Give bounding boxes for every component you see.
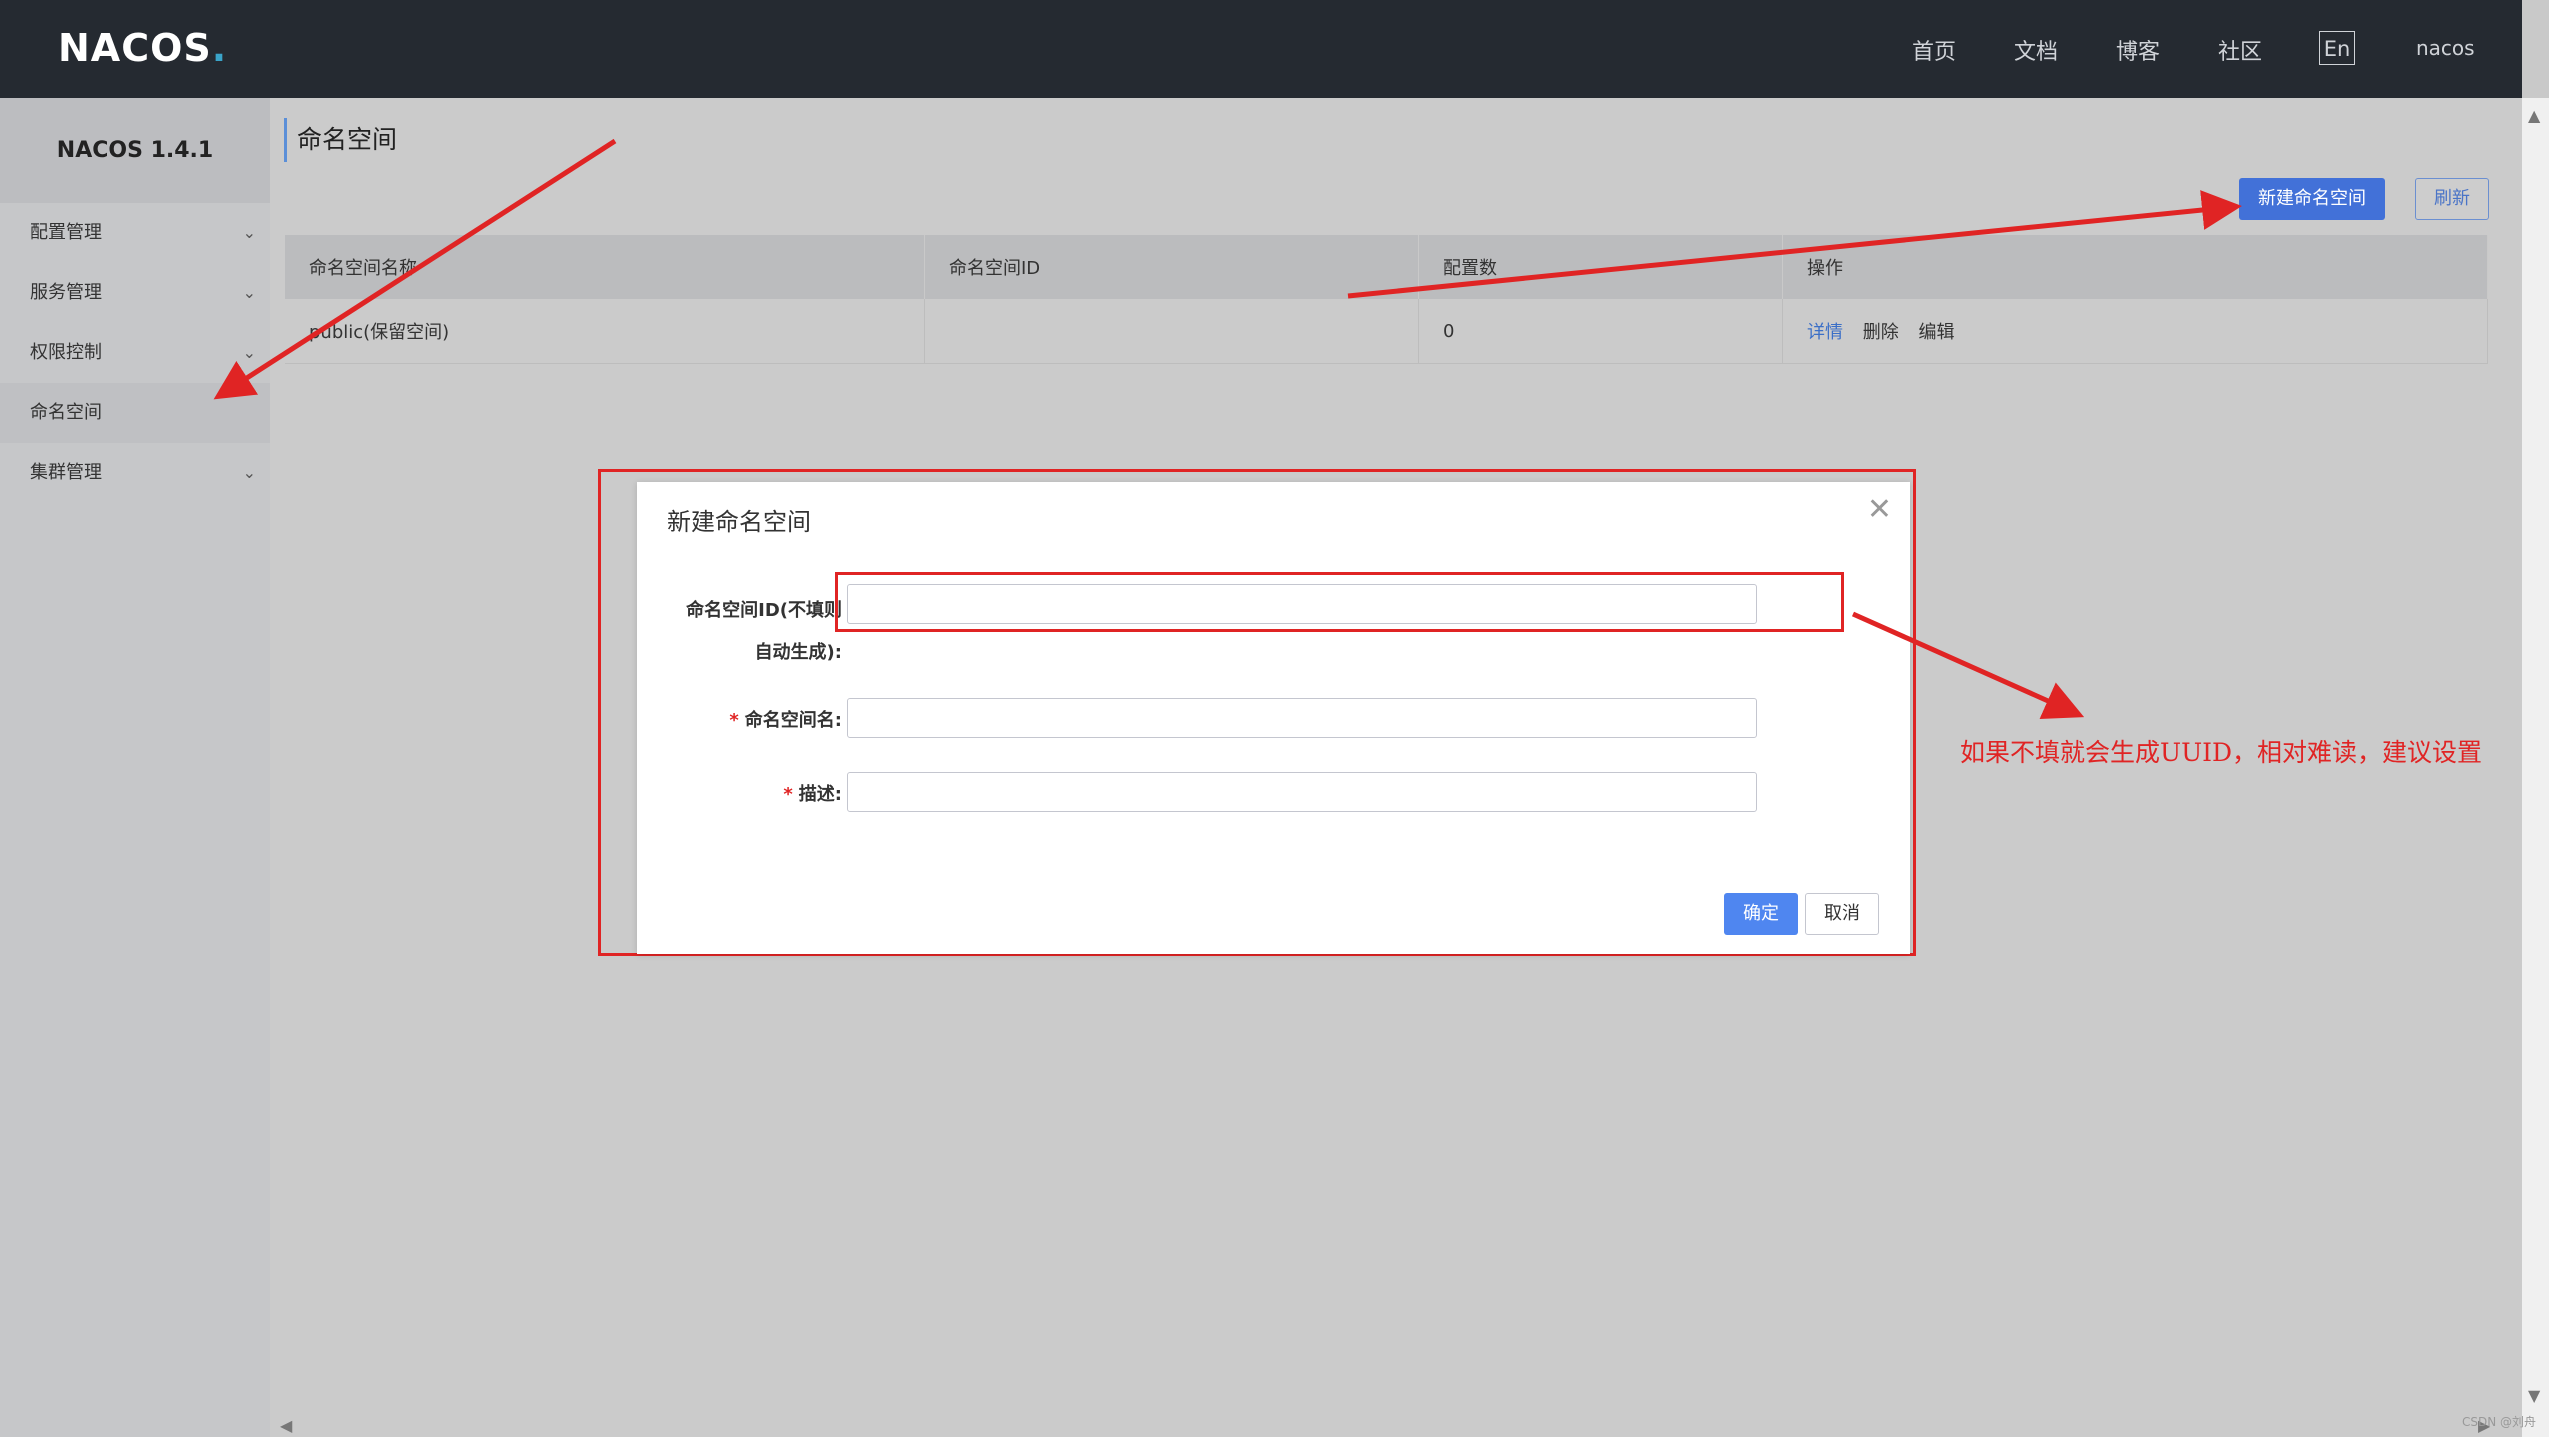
page-title: 命名空间 xyxy=(284,118,397,162)
details-link[interactable]: 详情 xyxy=(1807,322,1843,343)
table-row: public(保留空间) 0 详情 删除 编辑 xyxy=(285,299,2488,364)
nav-docs[interactable]: 文档 xyxy=(2014,34,2058,66)
chevron-down-icon: ⌄ xyxy=(242,463,256,482)
sidebar-item-service[interactable]: 服务管理 ⌄ xyxy=(0,263,270,323)
edit-link[interactable]: 编辑 xyxy=(1918,322,1954,343)
column-header-count: 配置数 xyxy=(1418,235,1783,299)
column-header-ops: 操作 xyxy=(1782,235,2488,299)
nav-community[interactable]: 社区 xyxy=(2218,34,2262,66)
top-navbar: NACOS. 首页 文档 博客 社区 En nacos xyxy=(0,0,2522,98)
sidebar-item-label: 命名空间 xyxy=(30,402,102,423)
sidebar-title: NACOS 1.4.1 xyxy=(0,98,270,203)
column-header-id: 命名空间ID xyxy=(924,235,1419,299)
vertical-scrollbar[interactable]: ▲ ▼ xyxy=(2522,98,2549,1437)
chevron-down-icon: ⌄ xyxy=(242,343,256,362)
namespace-id-label: 命名空间ID(不填则 自动生成): xyxy=(647,590,842,674)
sidebar: NACOS 1.4.1 配置管理 ⌄ 服务管理 ⌄ 权限控制 ⌄ 命名空间 集群… xyxy=(0,98,270,1437)
confirm-button[interactable]: 确定 xyxy=(1724,893,1798,935)
sidebar-item-auth[interactable]: 权限控制 ⌄ xyxy=(0,323,270,383)
close-icon[interactable]: ✕ xyxy=(1867,492,1892,527)
dialog-title: 新建命名空间 xyxy=(667,508,811,536)
nav-home[interactable]: 首页 xyxy=(1912,34,1956,66)
namespace-name-label: * 命名空间名: xyxy=(729,710,842,731)
namespace-table: 命名空间名称 命名空间ID 配置数 操作 public(保留空间) 0 详情 删… xyxy=(285,235,2488,364)
user-menu[interactable]: nacos xyxy=(2416,36,2475,60)
nacos-logo[interactable]: NACOS. xyxy=(58,26,227,70)
sidebar-item-label: 权限控制 xyxy=(30,342,102,363)
description-label: * 描述: xyxy=(783,784,842,805)
delete-link[interactable]: 删除 xyxy=(1863,322,1899,343)
nav-blog[interactable]: 博客 xyxy=(2116,34,2160,66)
scroll-down-icon[interactable]: ▼ xyxy=(2528,1386,2540,1405)
required-mark: * xyxy=(729,710,739,731)
namespace-id-label-line2: 自动生成): xyxy=(754,642,842,663)
sidebar-item-cluster[interactable]: 集群管理 ⌄ xyxy=(0,443,270,503)
namespace-name-input[interactable] xyxy=(847,698,1757,738)
watermark: CSDN @刘舟 xyxy=(2462,1415,2537,1429)
sidebar-item-label: 服务管理 xyxy=(30,282,102,303)
column-header-name: 命名空间名称 xyxy=(285,235,925,299)
config-count-cell: 0 xyxy=(1418,299,1783,364)
cancel-button[interactable]: 取消 xyxy=(1805,893,1879,935)
description-input[interactable] xyxy=(847,772,1757,812)
required-mark: * xyxy=(783,784,793,805)
sidebar-item-namespace[interactable]: 命名空间 xyxy=(0,383,270,443)
language-switch-button[interactable]: En xyxy=(2319,31,2355,65)
scroll-left-icon[interactable]: ◀ xyxy=(280,1416,292,1435)
sidebar-item-label: 配置管理 xyxy=(30,222,102,243)
chevron-down-icon: ⌄ xyxy=(242,223,256,242)
sidebar-item-label: 集群管理 xyxy=(30,462,102,483)
annotation-id-highlight xyxy=(835,572,1844,632)
annotation-text: 如果不填就会生成UUID，相对难读，建议设置 xyxy=(1960,738,2483,767)
new-namespace-dialog: 新建命名空间 ✕ 命名空间ID(不填则 自动生成): * 命名空间名: * 描述: … xyxy=(637,482,1910,954)
sidebar-item-config[interactable]: 配置管理 ⌄ xyxy=(0,203,270,263)
namespace-id-cell xyxy=(924,299,1419,364)
chevron-down-icon: ⌄ xyxy=(242,283,256,302)
ops-cell: 详情 删除 编辑 xyxy=(1782,299,2488,364)
namespace-name-cell: public(保留空间) xyxy=(285,299,925,364)
new-namespace-button[interactable]: 新建命名空间 xyxy=(2239,178,2385,220)
scroll-up-icon[interactable]: ▲ xyxy=(2528,106,2540,125)
refresh-button[interactable]: 刷新 xyxy=(2415,178,2489,220)
namespace-id-label-line1: 命名空间ID(不填则 xyxy=(686,600,842,621)
